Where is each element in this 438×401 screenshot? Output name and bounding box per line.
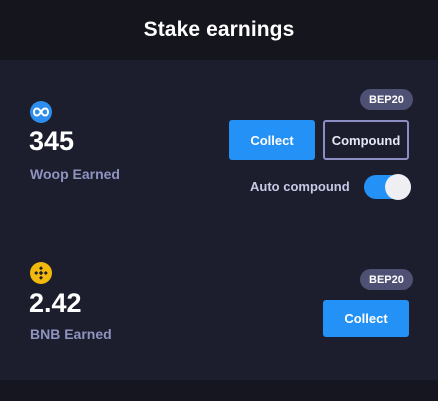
footer-strip [0, 380, 438, 401]
bnb-earned-label: BNB Earned [30, 326, 112, 342]
toggle-knob [385, 174, 411, 200]
woop-collect-button[interactable]: Collect [229, 120, 315, 160]
woop-earned-label: Woop Earned [30, 166, 120, 182]
woop-amount: 345 [29, 126, 75, 156]
bnb-icon [30, 262, 52, 284]
infinity-icon [30, 101, 52, 123]
woop-network-badge: BEP20 [360, 89, 413, 110]
header: Stake earnings [0, 0, 438, 60]
stake-earnings-panel: 345 Woop Earned BEP20 Collect Compound A… [0, 60, 438, 380]
auto-compound-label: Auto compound [250, 179, 350, 194]
woop-compound-button[interactable]: Compound [323, 120, 409, 160]
bnb-collect-button[interactable]: Collect [323, 300, 409, 337]
auto-compound-toggle[interactable] [364, 174, 411, 200]
bnb-network-badge: BEP20 [360, 269, 413, 290]
bnb-amount: 2.42 [29, 288, 82, 318]
page-title: Stake earnings [143, 18, 295, 41]
